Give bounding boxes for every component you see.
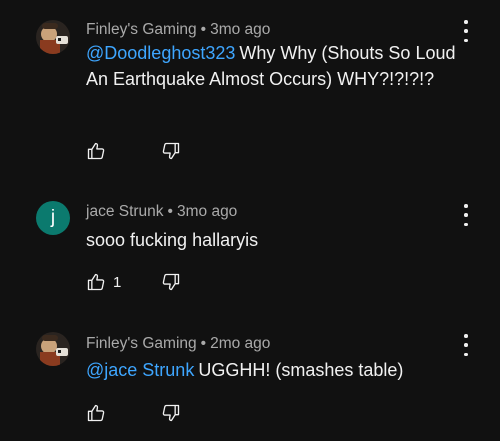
comment-item: Finley's Gaming • 2mo ago @jace Strunk UGGH… — [0, 0, 500, 441]
gaming-avatar-icon[interactable] — [36, 332, 70, 366]
more-vert-icon[interactable] — [458, 334, 474, 356]
thumbs-down-icon — [161, 403, 181, 423]
comment-author[interactable]: Finley's Gaming — [86, 335, 197, 352]
mention-link[interactable]: @jace Strunk — [86, 360, 194, 380]
dislike-button[interactable] — [161, 403, 181, 423]
meta-separator: • — [200, 335, 207, 352]
comment-body: UGGHH! (smashes table) — [198, 360, 404, 380]
like-button[interactable] — [86, 403, 113, 423]
thumbs-up-icon — [86, 403, 106, 423]
comment-age[interactable]: 2mo ago — [210, 335, 270, 352]
comment-text: @jace Strunk UGGHH! (smashes table) — [86, 357, 456, 383]
comment-meta: Finley's Gaming • 2mo ago — [86, 335, 270, 353]
